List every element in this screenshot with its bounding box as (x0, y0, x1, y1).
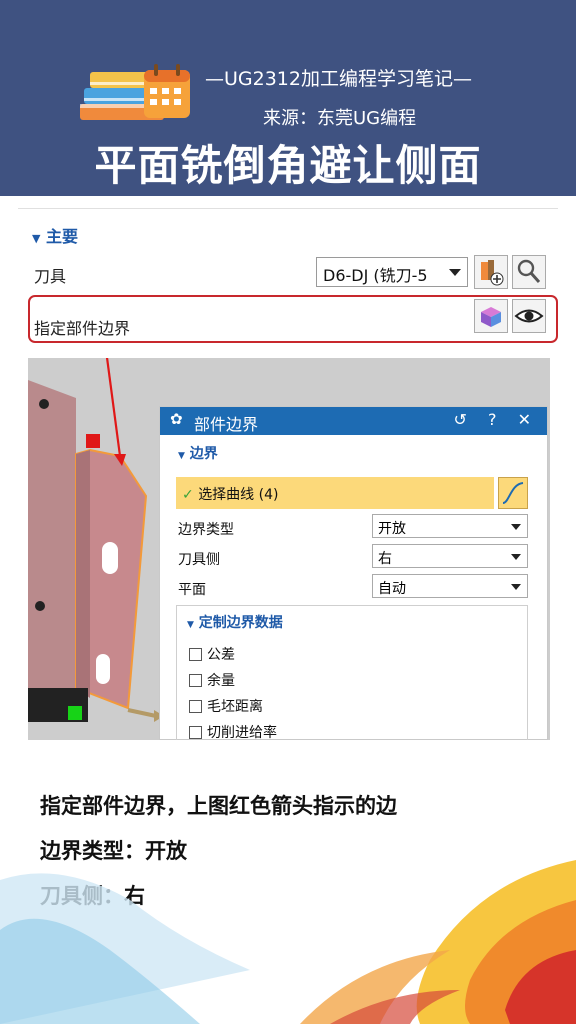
tool-dropdown[interactable]: D6-DJ (铣刀-5 (316, 257, 468, 287)
page: —UG2312加工编程学习笔记— 来源：东莞UG编程 平面铣倒角避让侧面 ▼ 主… (0, 0, 576, 1024)
section-boundary[interactable]: ▼ 边界 (178, 443, 218, 463)
collapse-triangle-icon: ▼ (178, 451, 185, 461)
part-boundary-dialog: ✿ 部件边界 ↺ ? ✕ ▼ 边界 ✓ 选择曲线 (4) 边界类型 开放 刀具侧… (159, 406, 548, 740)
note-line-1: 指定部件边界，上图红色箭头指示的边 (40, 794, 397, 818)
section-boundary-label: 边界 (189, 446, 218, 462)
wrench-edit-icon (517, 259, 541, 283)
dialog-controls[interactable]: ↺ ? ✕ (454, 410, 539, 429)
books-calendar-icon (80, 64, 190, 120)
section-custom-boundary[interactable]: ▼ 定制边界数据 (187, 612, 283, 632)
plane-value: 自动 (378, 581, 406, 597)
dropdown-arrow-icon (511, 554, 521, 560)
dropdown-arrow-icon (511, 524, 521, 530)
blank-distance-checkbox[interactable]: 毛坯距离 (189, 696, 263, 716)
tool-label: 刀具 (34, 267, 67, 286)
model-viewport: ✿ 部件边界 ↺ ? ✕ ▼ 边界 ✓ 选择曲线 (4) 边界类型 开放 刀具侧… (28, 358, 550, 740)
boundary-type-value: 开放 (378, 521, 406, 537)
header-subtitle-2: 来源：东莞UG编程 (263, 108, 417, 129)
tool-side-label: 刀具侧 (178, 552, 220, 568)
collapse-triangle-icon: ▼ (187, 620, 194, 630)
dropdown-arrow-icon (511, 584, 521, 590)
dialog-titlebar: ✿ 部件边界 ↺ ? ✕ (160, 407, 547, 435)
checkbox-label: 毛坯距离 (207, 699, 263, 715)
plane-label: 平面 (178, 582, 206, 598)
checkbox-label: 余量 (207, 673, 235, 689)
part-boundary-icon (481, 307, 501, 327)
section-main-label: 主要 (46, 227, 79, 246)
dialog-title: 部件边界 (194, 415, 259, 434)
feed-rate-checkbox[interactable]: 切削进给率 (189, 722, 277, 740)
specify-boundary-button[interactable] (474, 299, 508, 333)
boundary-type-dropdown[interactable]: 开放 (372, 514, 528, 538)
checkbox-box (189, 648, 202, 661)
operation-panel: ▼ 主要 刀具 D6-DJ (铣刀-5 指定部件边界 (18, 208, 558, 343)
edit-tool-button[interactable] (512, 255, 546, 289)
checkbox-label: 公差 (207, 647, 235, 663)
stock-checkbox[interactable]: 余量 (189, 670, 235, 690)
custom-boundary-group: ▼ 定制边界数据 公差 余量 毛坯距离 切削进给率 (176, 605, 528, 740)
header-banner: —UG2312加工编程学习笔记— 来源：东莞UG编程 平面铣倒角避让侧面 (0, 0, 576, 196)
section-main[interactable]: ▼ 主要 (32, 223, 78, 247)
checkbox-box (189, 700, 202, 713)
tool-dropdown-value: D6-DJ (铣刀-5 (323, 266, 428, 285)
header-subtitle-1: —UG2312加工编程学习笔记— (205, 68, 472, 90)
plane-dropdown[interactable]: 自动 (372, 574, 528, 598)
curve-icon (502, 482, 524, 504)
tool-side-value: 右 (378, 551, 392, 567)
check-icon: ✓ (182, 487, 194, 503)
page-title: 平面铣倒角避让侧面 (94, 141, 482, 190)
collapse-triangle-icon: ▼ (32, 232, 41, 245)
tool-side-dropdown[interactable]: 右 (372, 544, 528, 568)
specify-boundary-label: 指定部件边界 (34, 319, 131, 338)
new-tool-icon (481, 260, 504, 286)
new-tool-button[interactable] (474, 255, 508, 289)
display-boundary-button[interactable] (512, 299, 546, 333)
section-custom-label: 定制边界数据 (198, 615, 283, 631)
curve-button[interactable] (498, 477, 528, 509)
eye-icon (514, 309, 544, 323)
checkbox-label: 切削进给率 (207, 725, 277, 740)
dropdown-arrow-icon (449, 269, 461, 276)
tolerance-checkbox[interactable]: 公差 (189, 644, 235, 664)
decorative-swirl (0, 860, 576, 1024)
checkbox-box (189, 674, 202, 687)
boundary-type-label: 边界类型 (178, 522, 234, 538)
gear-icon[interactable]: ✿ (170, 410, 183, 428)
checkbox-box (189, 726, 202, 739)
select-curve-row[interactable]: ✓ 选择曲线 (4) (176, 477, 494, 509)
select-curve-label: 选择曲线 (4) (198, 487, 279, 503)
